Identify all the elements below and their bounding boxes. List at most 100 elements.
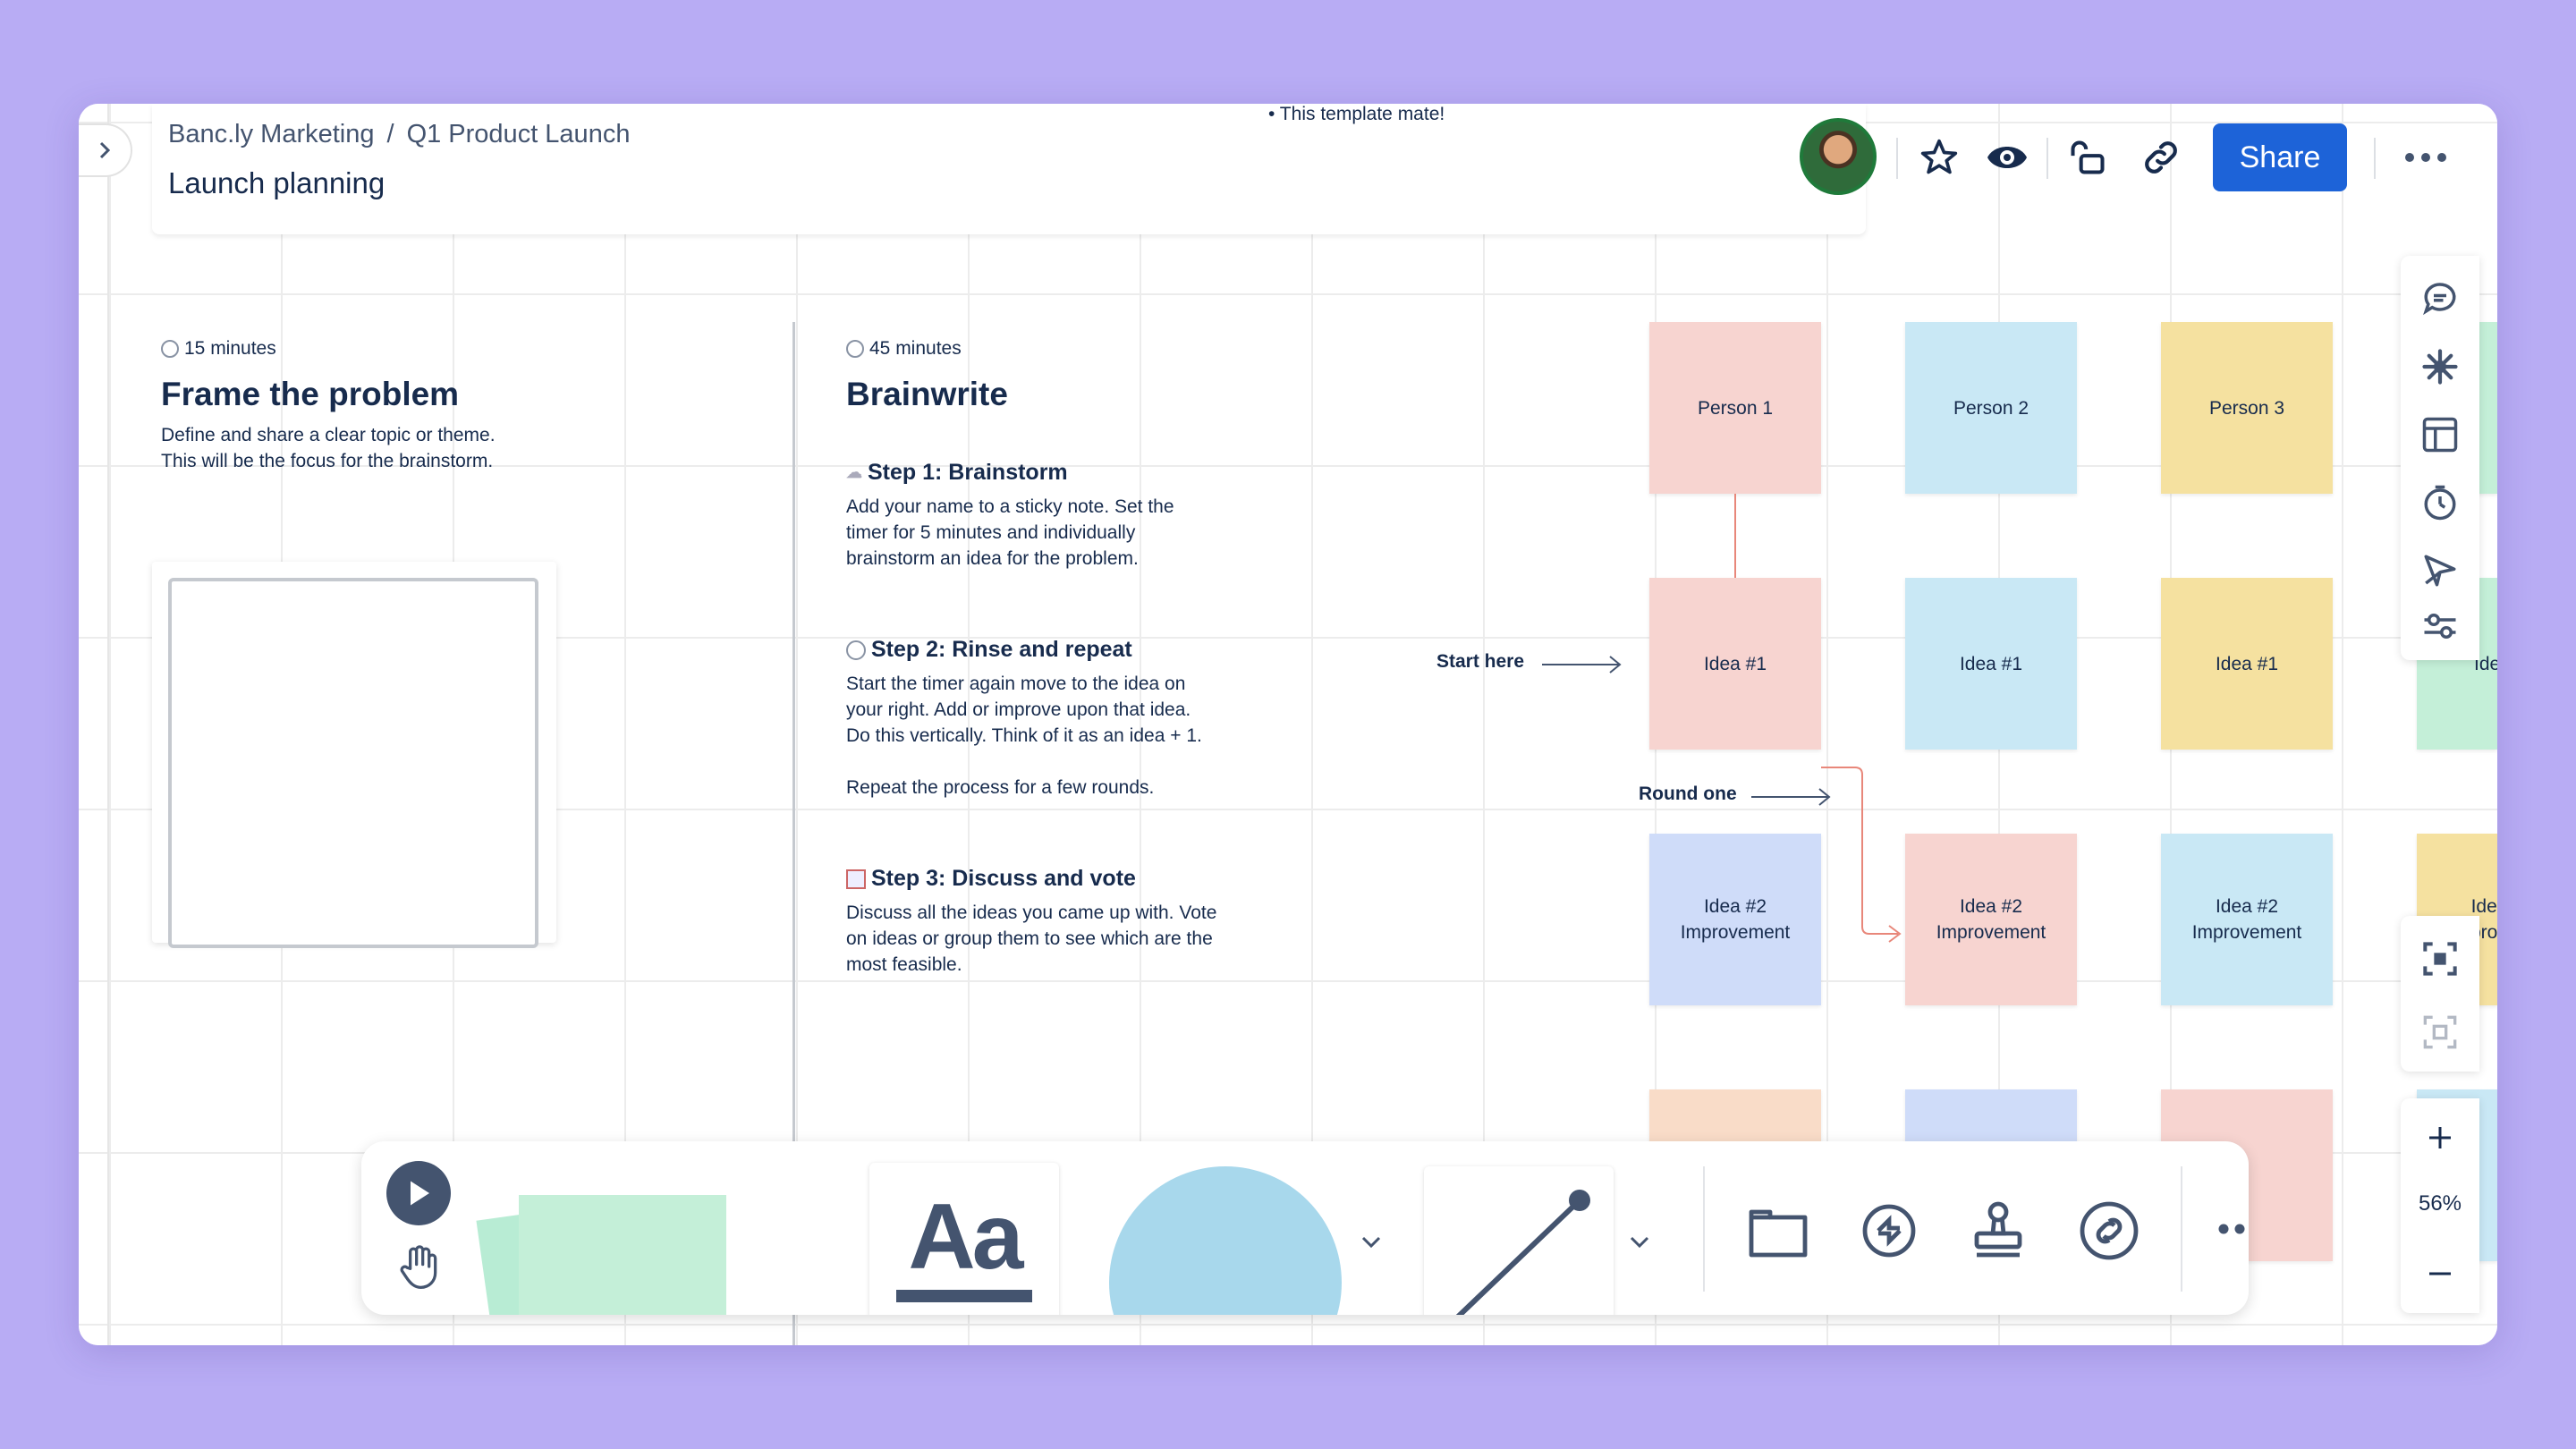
line-tool-icon — [1455, 1190, 1590, 1315]
step1-title: ☁ Step 1: Brainstorm — [846, 460, 1068, 486]
sticky-idea-2[interactable]: Idea #2 Improvement — [2161, 834, 2333, 1005]
header-divider — [1896, 138, 1898, 179]
brainwrite-time: 45 minutes — [846, 338, 962, 360]
eye-icon — [1987, 147, 2027, 168]
sticky-text: Person 3 — [2208, 397, 2285, 419]
select-tool-button[interactable] — [386, 1161, 451, 1225]
settings-button[interactable] — [2415, 601, 2465, 651]
sticky-idea-1[interactable]: Idea #1 — [1649, 578, 1821, 750]
frame-time: 15 minutes — [161, 338, 276, 360]
sticky-person-1[interactable]: Person 1 — [1649, 322, 1821, 494]
step2-line: Start the timer again move to the idea o… — [846, 674, 1186, 694]
sticky-idea-2[interactable]: Idea #2 Improvement — [1905, 834, 2077, 1005]
stamp-tool-button[interactable] — [1966, 1199, 2030, 1263]
line-tool[interactable] — [1424, 1166, 1614, 1315]
templates-button[interactable] — [2415, 410, 2465, 460]
sticky-person-3[interactable]: Person 3 — [2161, 322, 2333, 494]
sticky-text: Improvement — [2191, 922, 2302, 943]
fit-view-rail — [2401, 916, 2479, 1072]
frame-input-area[interactable] — [168, 578, 538, 948]
brainwrite-time-label: 45 minutes — [869, 338, 962, 359]
sliders-icon — [2424, 614, 2456, 639]
breadcrumb-separator: / — [386, 120, 394, 148]
cloud-icon: ☁ — [846, 463, 862, 481]
sticky-idea-1[interactable]: Idea #1 — [1905, 578, 2077, 750]
sticky-person-2[interactable]: Person 2 — [1905, 322, 2077, 494]
zoom-level[interactable]: 56% — [2401, 1191, 2479, 1216]
start-here-label: Start here — [1436, 651, 1525, 672]
sticky-text: Idea #2 — [2215, 896, 2279, 917]
sticky-text: Idea #1 — [1703, 653, 1767, 674]
sticky-text: Idea #1 — [1959, 653, 2023, 674]
more-actions-button[interactable] — [2401, 132, 2451, 182]
send-icon — [2424, 555, 2456, 587]
text-tool[interactable]: Aa — [869, 1163, 1059, 1315]
smart-link-button[interactable] — [1857, 1199, 1921, 1263]
avatar[interactable] — [1800, 118, 1877, 195]
fit-to-screen-button[interactable] — [2415, 934, 2465, 984]
chevron-down-icon — [1630, 1236, 1649, 1249]
header-divider — [2046, 138, 2048, 179]
plus-icon — [2429, 1127, 2451, 1148]
frame-card[interactable] — [152, 562, 556, 948]
vote-button[interactable] — [2415, 546, 2465, 596]
sticky-note-tool[interactable] — [476, 1177, 726, 1315]
sticky-text: Person 1 — [1697, 397, 1774, 419]
creation-toolbar: Aa — [361, 1141, 2249, 1315]
timer-button[interactable] — [2415, 478, 2465, 528]
step2-text: Start the timer again move to the idea o… — [846, 671, 1202, 801]
connector-arrow — [1821, 767, 1902, 943]
more-horizontal-icon — [2218, 1224, 2245, 1234]
fit-screen-icon — [2423, 942, 2457, 976]
sticky-text: Idea #2 — [1959, 896, 2023, 917]
frame-description-line: This will be the focus for the brainstor… — [161, 451, 494, 471]
fit-selection-button[interactable] — [2415, 1007, 2465, 1057]
breadcrumb: Banc.ly Marketing / Q1 Product Launch — [168, 120, 630, 149]
comments-button[interactable] — [2415, 274, 2465, 324]
step2-title: Step 2: Rinse and repeat — [846, 637, 1132, 663]
watch-button[interactable] — [1982, 132, 2032, 182]
star-icon — [1920, 139, 1958, 174]
restrictions-button[interactable] — [2063, 132, 2113, 182]
frame-tool-button[interactable] — [1746, 1199, 1810, 1263]
frame-title: Frame the problem — [161, 376, 460, 412]
zoom-in-button[interactable] — [2415, 1113, 2465, 1163]
more-horizontal-icon — [2405, 153, 2446, 162]
breadcrumb-item[interactable]: Banc.ly Marketing — [168, 120, 375, 148]
comment-icon — [2423, 283, 2456, 316]
shape-tool[interactable] — [1109, 1166, 1342, 1315]
sticky-stack-front — [519, 1195, 726, 1315]
step2-title-text: Step 2: Rinse and repeat — [871, 637, 1132, 662]
link-icon — [2145, 141, 2177, 174]
breadcrumb-item[interactable]: Q1 Product Launch — [407, 120, 631, 148]
line-options-dropdown[interactable] — [1624, 1227, 1655, 1258]
app-window: 15 minutes Frame the problem Define and … — [79, 104, 2497, 1345]
sticky-idea-2[interactable]: Idea #2 Improvement — [1649, 834, 1821, 1005]
step3-line: most feasible. — [846, 954, 962, 975]
toolbar-divider — [2181, 1166, 2182, 1292]
expand-sidebar-button[interactable] — [79, 123, 132, 177]
share-button[interactable]: Share — [2213, 123, 2347, 191]
stopwatch-icon — [2424, 485, 2456, 521]
star-button[interactable] — [1914, 132, 1964, 182]
link-circle-icon — [2080, 1201, 2139, 1260]
smart-link-icon — [1862, 1204, 1916, 1258]
ai-button[interactable] — [2415, 342, 2465, 392]
header-divider — [2374, 138, 2376, 179]
frame-time-label: 15 minutes — [184, 338, 276, 359]
link-tool-button[interactable] — [2077, 1199, 2141, 1263]
shape-options-dropdown[interactable] — [1356, 1227, 1386, 1258]
clock-icon — [846, 640, 866, 660]
sticky-idea-1[interactable]: Idea #1 — [2161, 578, 2333, 750]
step1-line: timer for 5 minutes and individually — [846, 522, 1136, 543]
chevron-right-icon — [99, 141, 111, 159]
sticky-text: Improvement — [1936, 922, 2046, 943]
step3-title: Step 3: Discuss and vote — [846, 866, 1136, 892]
layout-icon — [2422, 417, 2458, 453]
zoom-out-button[interactable] — [2415, 1249, 2465, 1299]
frame-description-line: Define and share a clear topic or theme. — [161, 425, 496, 445]
hand-tool-button[interactable] — [394, 1241, 444, 1292]
round-one-label: Round one — [1639, 784, 1737, 804]
more-tools-button[interactable] — [2216, 1220, 2249, 1238]
copy-link-button[interactable] — [2136, 132, 2186, 182]
